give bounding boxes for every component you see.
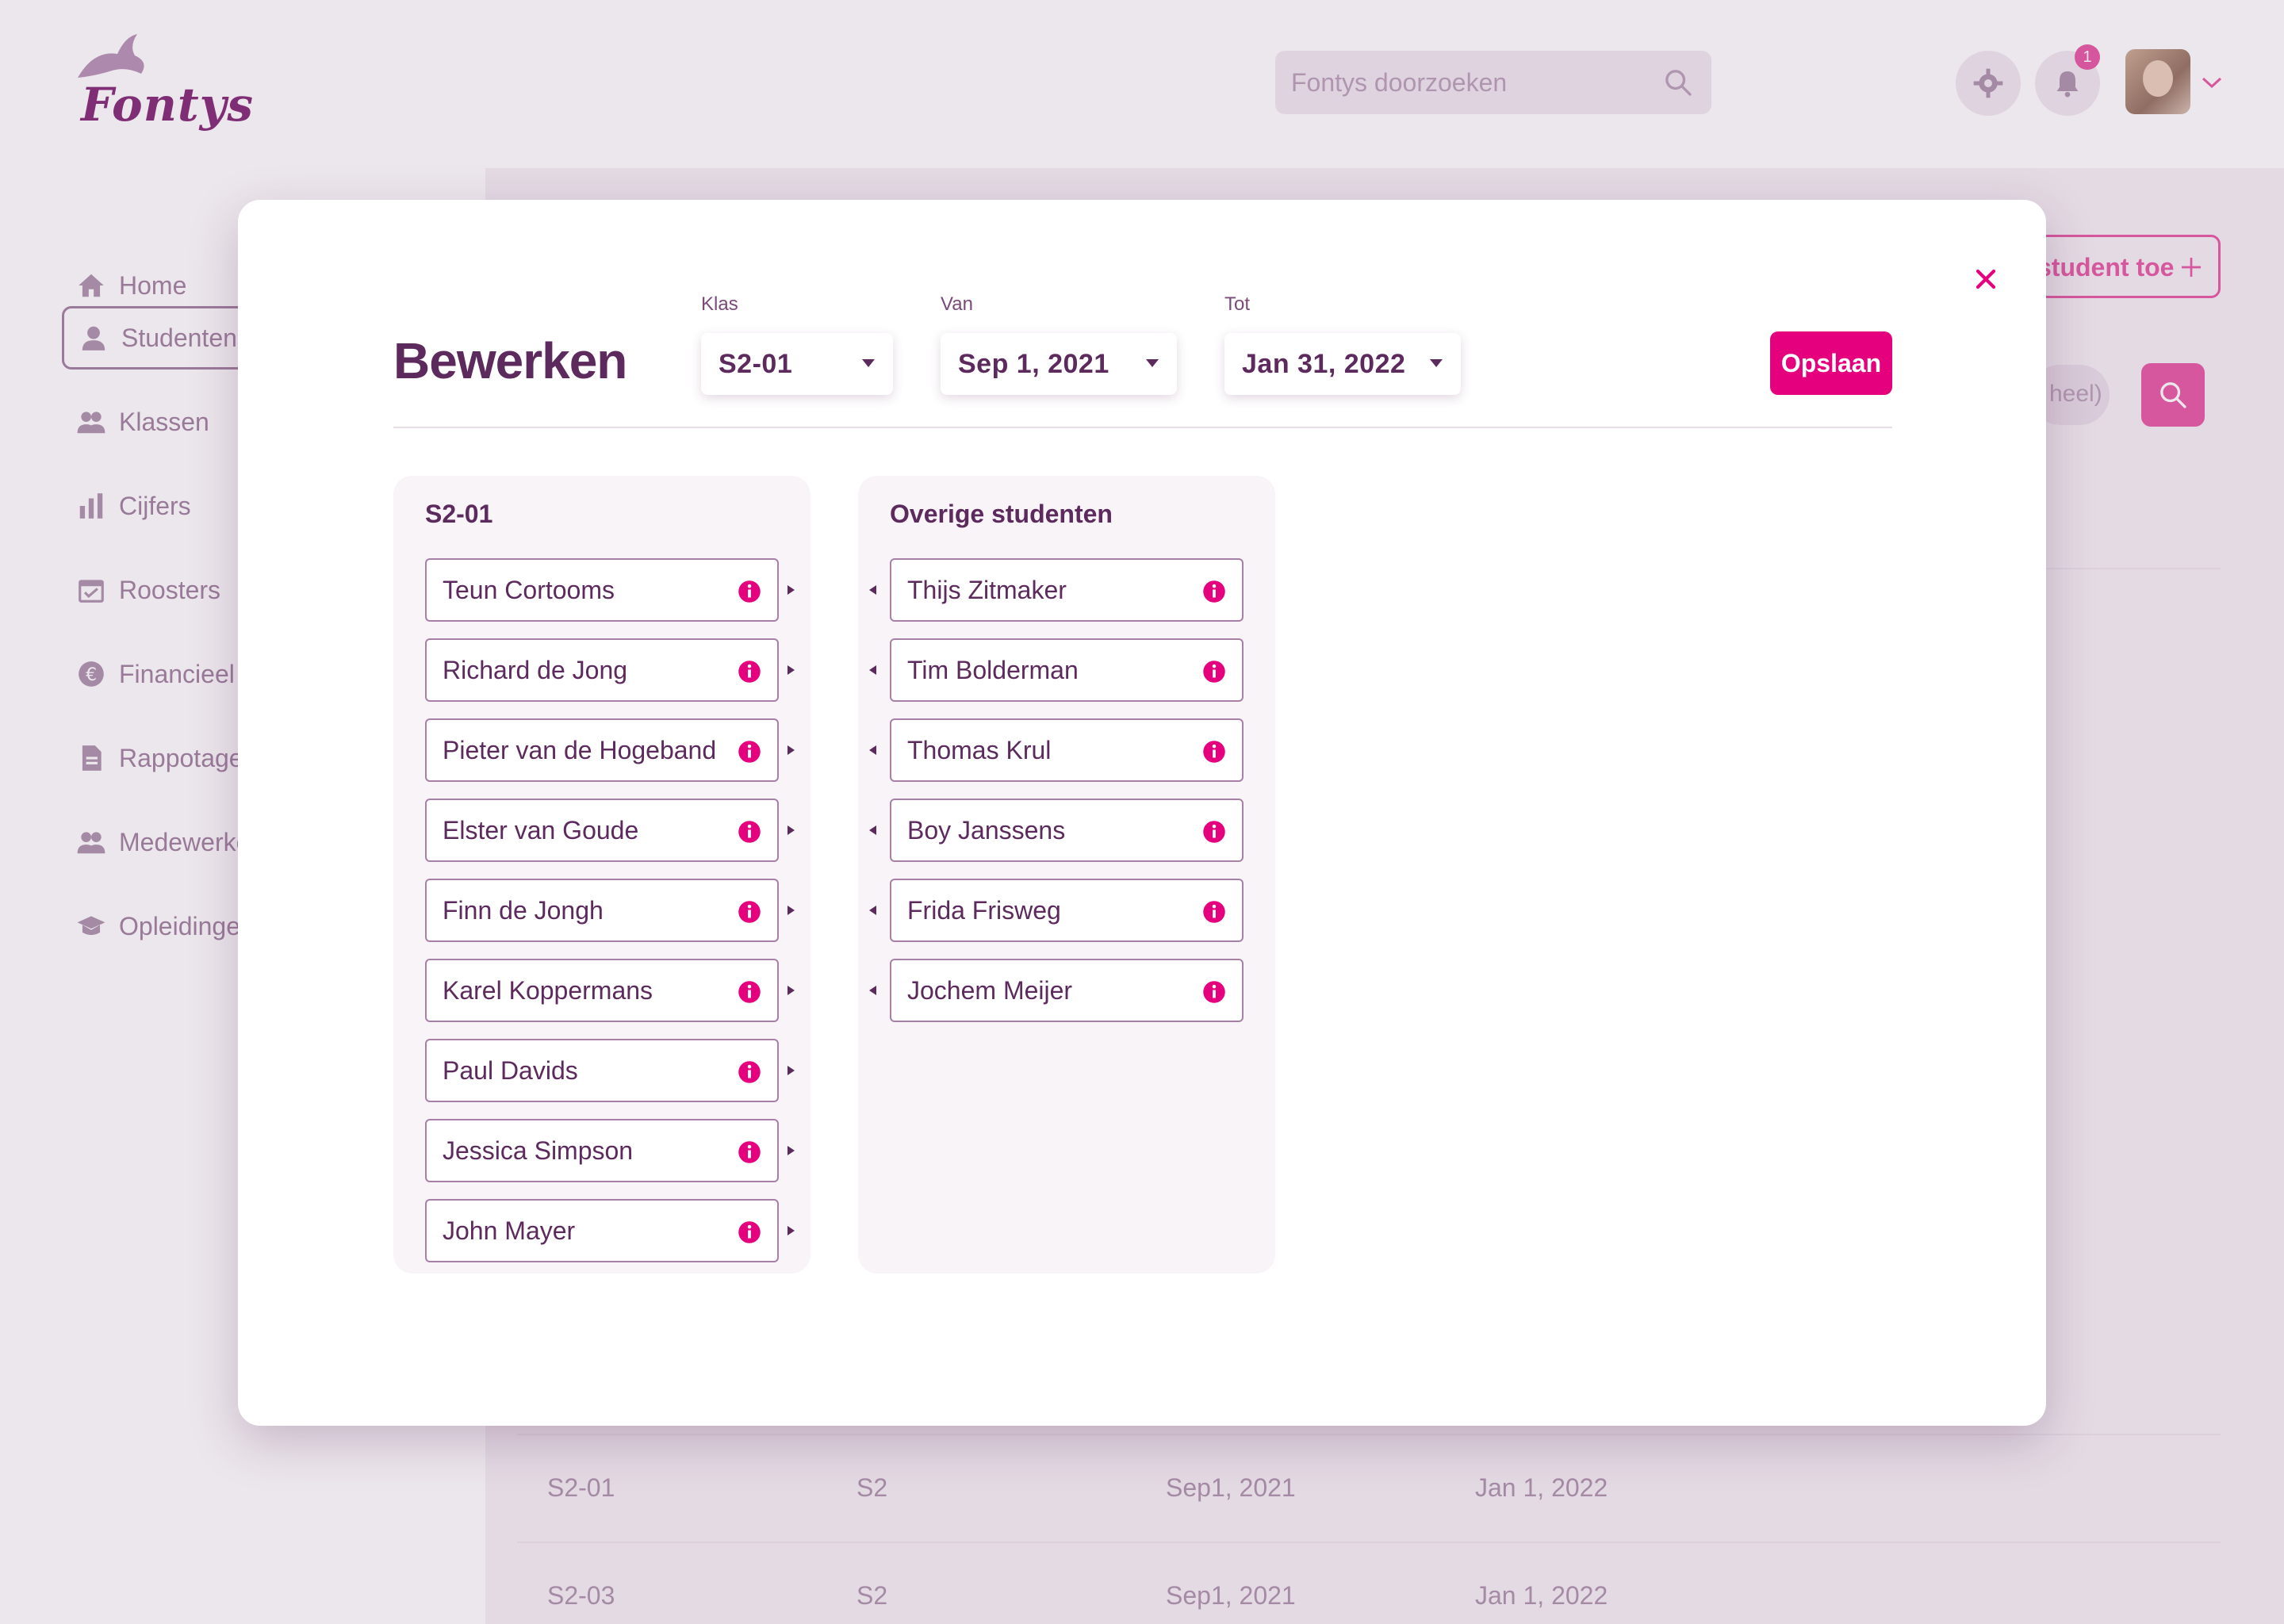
student-card[interactable]: Karel Koppermans <box>425 959 779 1022</box>
caret-down-icon <box>1146 359 1159 367</box>
info-icon[interactable] <box>1202 820 1226 844</box>
student-card[interactable]: Boy Janssens <box>890 799 1244 862</box>
caret-down-icon <box>1430 359 1443 367</box>
info-icon[interactable] <box>738 1220 761 1244</box>
student-name: Karel Koppermans <box>443 976 653 1005</box>
info-icon[interactable] <box>1202 740 1226 764</box>
student-name: Thomas Krul <box>907 736 1052 764</box>
student-name: Frida Frisweg <box>907 896 1061 925</box>
move-left-arrow-icon[interactable] <box>868 983 879 998</box>
student-name: Paul Davids <box>443 1056 578 1085</box>
move-right-arrow-icon[interactable] <box>785 663 796 677</box>
student-card[interactable]: Jessica Simpson <box>425 1119 779 1182</box>
class-panel-title: S2-01 <box>425 500 493 528</box>
info-icon[interactable] <box>1202 660 1226 684</box>
student-card[interactable]: Thomas Krul <box>890 718 1244 782</box>
info-icon[interactable] <box>738 1140 761 1164</box>
student-name: Tim Bolderman <box>907 656 1079 684</box>
tot-label: Tot <box>1224 293 1251 315</box>
move-left-arrow-icon[interactable] <box>868 823 879 837</box>
edit-class-modal: Bewerken Klas S2-01 Van Sep 1, 2021 Tot … <box>238 200 2046 1426</box>
move-left-arrow-icon[interactable] <box>868 663 879 677</box>
move-left-arrow-icon[interactable] <box>868 743 879 757</box>
other-panel-title: Overige studenten <box>890 500 1113 528</box>
move-right-arrow-icon[interactable] <box>785 1143 796 1158</box>
tot-date-select[interactable]: Jan 31, 2022 <box>1224 333 1461 395</box>
student-card[interactable]: John Mayer <box>425 1199 779 1262</box>
info-icon[interactable] <box>738 980 761 1004</box>
klas-select[interactable]: S2-01 <box>701 333 893 395</box>
class-students-panel: S2-01 Teun Cortooms Richard de Jong Pieter… <box>393 476 811 1274</box>
move-left-arrow-icon[interactable] <box>868 583 879 597</box>
move-right-arrow-icon[interactable] <box>785 823 796 837</box>
other-students-panel: Overige studenten Thijs Zitmaker Tim Bold… <box>858 476 1275 1274</box>
klas-select-value: S2-01 <box>719 349 793 379</box>
move-right-arrow-icon[interactable] <box>785 983 796 998</box>
student-card[interactable]: Richard de Jong <box>425 638 779 702</box>
info-icon[interactable] <box>738 740 761 764</box>
header-divider <box>393 427 1892 428</box>
caret-down-icon <box>862 359 875 367</box>
student-card[interactable]: Teun Cortooms <box>425 558 779 622</box>
student-name: Richard de Jong <box>443 656 628 684</box>
student-name: Jessica Simpson <box>443 1136 634 1165</box>
student-card[interactable]: Finn de Jongh <box>425 879 779 942</box>
info-icon[interactable] <box>738 1060 761 1084</box>
student-name: Elster van Goude <box>443 816 639 845</box>
student-name: Boy Janssens <box>907 816 1066 845</box>
info-icon[interactable] <box>738 580 761 603</box>
van-date-select[interactable]: Sep 1, 2021 <box>941 333 1177 395</box>
student-card[interactable]: Jochem Meijer <box>890 959 1244 1022</box>
save-button[interactable]: Opslaan <box>1770 331 1892 395</box>
van-select-value: Sep 1, 2021 <box>958 349 1109 379</box>
student-name: Thijs Zitmaker <box>907 576 1067 604</box>
student-card[interactable]: Frida Frisweg <box>890 879 1244 942</box>
student-card[interactable]: Tim Bolderman <box>890 638 1244 702</box>
student-name: John Mayer <box>443 1216 576 1245</box>
student-name: Teun Cortooms <box>443 576 615 604</box>
student-card[interactable]: Paul Davids <box>425 1039 779 1102</box>
student-card[interactable]: Pieter van de Hogeband <box>425 718 779 782</box>
info-icon[interactable] <box>1202 580 1226 603</box>
tot-select-value: Jan 31, 2022 <box>1242 349 1406 379</box>
info-icon[interactable] <box>1202 980 1226 1004</box>
move-right-arrow-icon[interactable] <box>785 1224 796 1238</box>
student-name: Finn de Jongh <box>443 896 604 925</box>
info-icon[interactable] <box>738 820 761 844</box>
info-icon[interactable] <box>1202 900 1226 924</box>
info-icon[interactable] <box>738 900 761 924</box>
move-right-arrow-icon[interactable] <box>785 1063 796 1078</box>
van-label: Van <box>941 293 973 315</box>
info-icon[interactable] <box>738 660 761 684</box>
student-name: Jochem Meijer <box>907 976 1073 1005</box>
student-card[interactable]: Thijs Zitmaker <box>890 558 1244 622</box>
student-name: Pieter van de Hogeband <box>443 736 717 764</box>
student-card[interactable]: Elster van Goude <box>425 799 779 862</box>
move-right-arrow-icon[interactable] <box>785 903 796 917</box>
move-left-arrow-icon[interactable] <box>868 903 879 917</box>
close-icon[interactable] <box>1970 263 2002 295</box>
modal-title: Bewerken <box>393 332 627 389</box>
klas-label: Klas <box>701 293 738 315</box>
move-right-arrow-icon[interactable] <box>785 583 796 597</box>
move-right-arrow-icon[interactable] <box>785 743 796 757</box>
